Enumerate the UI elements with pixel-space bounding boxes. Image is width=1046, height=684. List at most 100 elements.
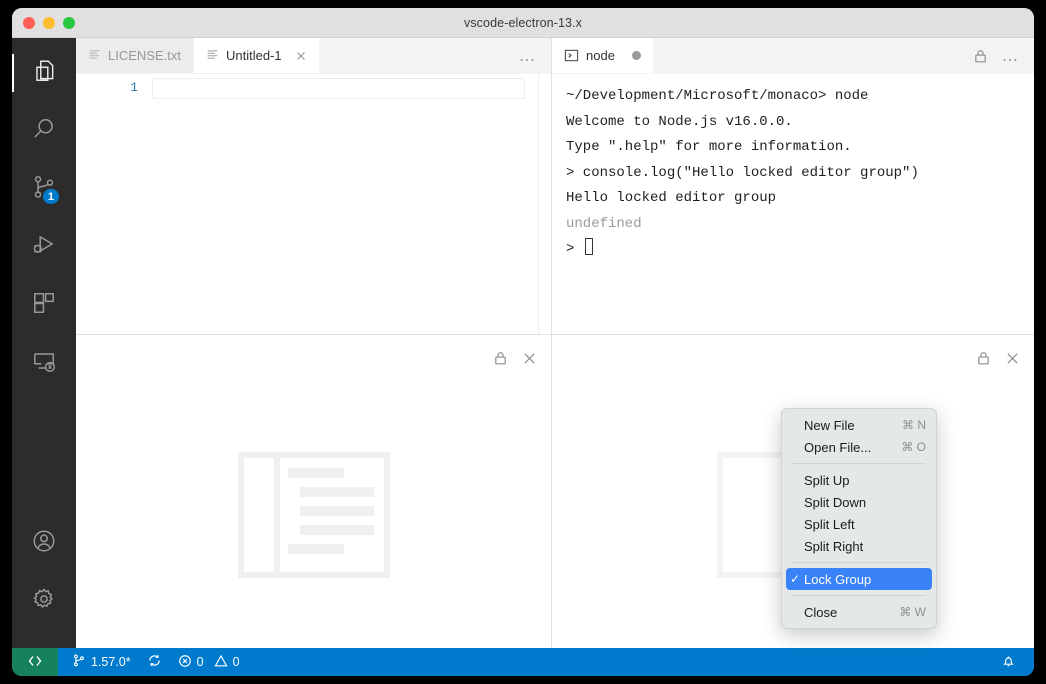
empty-editor-watermark <box>238 452 390 578</box>
source-control-badge: 1 <box>41 187 61 206</box>
bell-icon <box>1001 653 1016 672</box>
group-actions-bottom-left <box>493 350 551 366</box>
watermark-sidebar <box>244 458 280 572</box>
vscode-window: vscode-electron-13.x <box>12 8 1034 676</box>
menu-item-label: Split Right <box>804 539 916 554</box>
lock-group-icon[interactable] <box>976 350 991 366</box>
terminal-line: Welcome to Node.js v16.0.0. <box>566 110 1034 136</box>
more-actions-icon[interactable]: … <box>1002 51 1021 61</box>
sidebar-item-source-control[interactable]: 1 <box>12 160 76 218</box>
more-actions-icon[interactable]: … <box>519 51 538 61</box>
status-branch[interactable]: 1.57.0* <box>64 648 139 676</box>
watermark-line <box>300 525 374 535</box>
sync-icon <box>147 653 162 671</box>
text-editor-untitled-1[interactable]: 1 <box>76 74 551 334</box>
editor-row-top: LICENSE.txt Untitled-1 <box>76 38 1034 334</box>
sidebar-item-accounts[interactable] <box>12 514 76 572</box>
close-group-icon[interactable] <box>1005 351 1020 366</box>
terminal-cursor <box>585 238 593 255</box>
window-title: vscode-electron-13.x <box>12 16 1034 30</box>
workbench: 1 <box>12 38 1034 648</box>
menu-separator <box>792 463 926 464</box>
sidebar-item-run-and-debug[interactable] <box>12 218 76 276</box>
tab-license-txt[interactable]: LICENSE.txt <box>76 38 194 73</box>
text-file-icon <box>88 48 101 64</box>
group-actions-bottom-right <box>976 350 1034 366</box>
error-icon <box>178 654 192 671</box>
menu-item-accelerator: ⌘ O <box>901 440 926 454</box>
menu-item-accelerator: ⌘ N <box>902 418 926 432</box>
terminal-prompt: > <box>566 241 583 257</box>
close-group-icon[interactable] <box>522 351 537 366</box>
menu-item-close[interactable]: Close ⌘ W <box>782 601 936 623</box>
line-number: 1 <box>76 80 138 95</box>
activity-bar: 1 <box>12 38 76 648</box>
status-notifications[interactable] <box>993 648 1024 676</box>
terminal-output[interactable]: ~/Development/Microsoft/monaco> node Wel… <box>552 74 1034 334</box>
error-count: 0 <box>197 655 204 669</box>
terminal-icon <box>564 48 579 63</box>
menu-item-label: Split Up <box>804 473 916 488</box>
tab-bar-top-right: node … <box>552 38 1034 74</box>
tab-node-terminal[interactable]: node <box>552 38 654 73</box>
sidebar-item-explorer[interactable] <box>12 44 76 102</box>
remote-explorer-icon <box>31 348 57 379</box>
terminal-line: undefined <box>566 212 1034 238</box>
warning-count: 0 <box>233 655 240 669</box>
menu-item-label: Open File... <box>804 440 891 455</box>
text-file-icon <box>206 48 219 64</box>
tab-bar-actions-top-left: … <box>519 38 552 73</box>
terminal-line: Hello locked editor group <box>566 186 1034 212</box>
title-bar: vscode-electron-13.x <box>12 8 1034 38</box>
status-remote-indicator[interactable] <box>12 648 58 676</box>
sidebar-item-search[interactable] <box>12 102 76 160</box>
menu-item-split-down[interactable]: Split Down <box>782 491 936 513</box>
run-and-debug-icon <box>31 232 57 263</box>
terminal-line: > console.log("Hello locked editor group… <box>566 161 1034 187</box>
sidebar-item-settings[interactable] <box>12 572 76 630</box>
menu-item-label: Lock Group <box>804 572 912 587</box>
menu-item-split-left[interactable]: Split Left <box>782 513 936 535</box>
account-icon <box>31 528 57 559</box>
menu-item-accelerator: ⌘ W <box>899 605 926 619</box>
editor-group-top-left: LICENSE.txt Untitled-1 <box>76 38 552 334</box>
lock-group-icon[interactable] <box>493 350 508 366</box>
menu-item-split-right[interactable]: Split Right <box>782 535 936 557</box>
dirty-indicator-icon <box>632 51 641 60</box>
terminal-line: Type ".help" for more information. <box>566 135 1034 161</box>
menu-item-lock-group[interactable]: ✓ Lock Group <box>786 568 932 590</box>
status-sync[interactable] <box>139 648 170 676</box>
menu-separator <box>792 595 926 596</box>
tab-label: LICENSE.txt <box>108 48 181 63</box>
editor-group-top-right: node … <box>552 38 1034 334</box>
status-bar-right <box>993 648 1034 676</box>
menu-item-new-file[interactable]: New File ⌘ N <box>782 414 936 436</box>
check-icon: ✓ <box>790 572 804 586</box>
tab-label: node <box>586 48 615 63</box>
watermark-lines <box>280 458 384 572</box>
sidebar-item-extensions[interactable] <box>12 276 76 334</box>
menu-item-open-file[interactable]: Open File... ⌘ O <box>782 436 936 458</box>
terminal-line: ~/Development/Microsoft/monaco> node <box>566 84 1034 110</box>
tab-untitled-1[interactable]: Untitled-1 <box>194 38 320 73</box>
editor-scrollbar[interactable] <box>538 74 551 334</box>
editor-area: LICENSE.txt Untitled-1 <box>76 38 1034 648</box>
close-icon[interactable] <box>295 50 307 62</box>
screenshot-root: vscode-electron-13.x <box>0 0 1046 684</box>
remote-indicator-icon <box>27 653 43 672</box>
menu-item-label: Split Left <box>804 517 916 532</box>
search-icon <box>31 116 57 147</box>
sidebar-item-remote-explorer[interactable] <box>12 334 76 392</box>
menu-item-split-up[interactable]: Split Up <box>782 469 936 491</box>
group-header-bottom-left <box>76 335 551 381</box>
source-control-icon <box>72 653 86 671</box>
menu-item-label: Close <box>804 605 889 620</box>
warning-icon <box>214 654 228 671</box>
lock-group-icon[interactable] <box>973 48 988 64</box>
watermark-line <box>288 468 344 478</box>
status-problems[interactable]: 0 0 <box>170 648 248 676</box>
tab-bar-actions-top-right: … <box>973 38 1035 73</box>
group-header-bottom-right <box>552 335 1034 381</box>
tab-label: Untitled-1 <box>226 48 282 63</box>
current-line-highlight <box>152 78 525 99</box>
